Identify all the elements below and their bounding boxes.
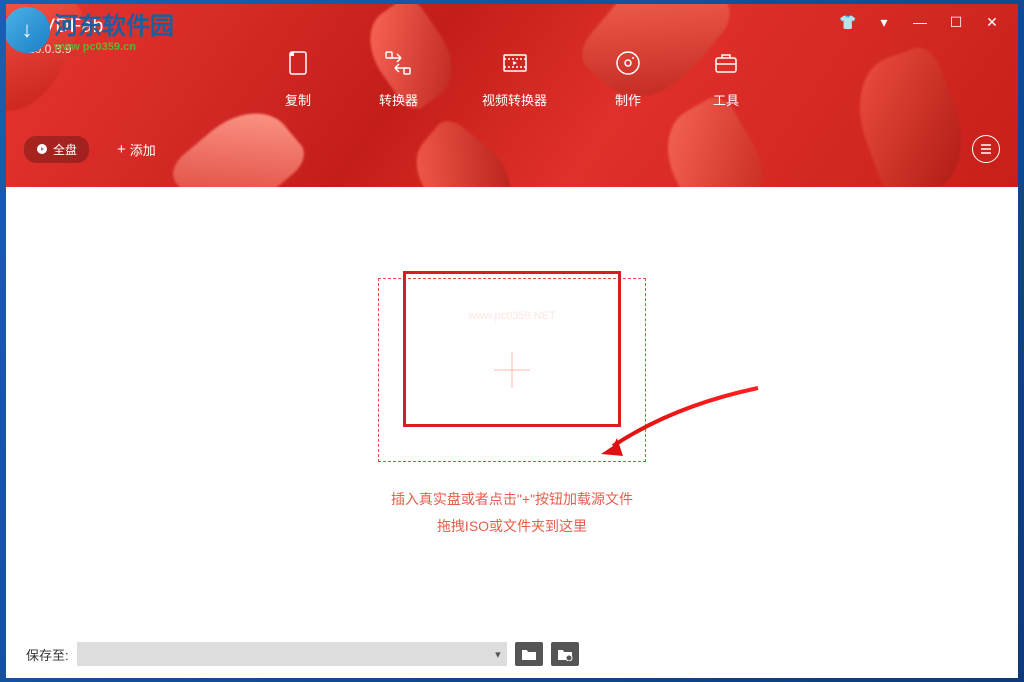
maximize-button[interactable]: ☐ <box>948 14 964 30</box>
list-menu-button[interactable] <box>972 135 1000 163</box>
tools-icon <box>709 46 743 80</box>
full-disc-button[interactable]: 全盘 <box>24 136 89 163</box>
tab-label: 复制 <box>285 90 311 109</box>
instruction-line1: 插入真实盘或者点击"+"按钮加载源文件 <box>391 486 633 513</box>
highlight-box <box>403 271 621 427</box>
add-label: 添加 <box>130 140 156 159</box>
folder-disc-icon <box>557 647 573 661</box>
content-area: www.pc0359.NET 插入真实盘或者点击"+"按钮加载源文件 拖拽ISO… <box>6 187 1018 630</box>
list-icon <box>979 143 993 155</box>
tab-label: 转换器 <box>379 90 418 109</box>
tab-copy[interactable]: 复制 <box>281 46 315 109</box>
watermark-title: 河东软件园 <box>54 6 174 41</box>
instruction-line2: 拖拽ISO或文件夹到这里 <box>391 513 633 540</box>
window-controls: 👕 ▾ — ☐ ✕ <box>840 14 1000 30</box>
iso-target-button[interactable] <box>551 642 579 666</box>
app-window: ↓ 河东软件园 www pc0359.cn DVDFab 10.0.3.9 👕 … <box>6 4 1018 678</box>
copy-icon <box>281 46 315 80</box>
disc-icon <box>36 143 48 155</box>
footer-bar: 保存至: ▾ <box>6 630 1018 678</box>
tab-label: 视频转换器 <box>482 90 547 109</box>
tab-tools[interactable]: 工具 <box>709 46 743 109</box>
save-to-label: 保存至: <box>26 645 69 664</box>
save-path-select[interactable]: ▾ <box>77 642 507 666</box>
add-button[interactable]: + 添加 <box>117 140 156 159</box>
sub-toolbar: 全盘 + 添加 <box>24 135 1000 163</box>
tab-video-converter[interactable]: 视频转换器 <box>482 46 547 109</box>
browse-folder-button[interactable] <box>515 642 543 666</box>
nav-tabs: 复制 转换器 视频转换器 制作 <box>6 46 1018 109</box>
folder-icon <box>521 647 537 661</box>
watermark-url: www pc0359.cn <box>54 41 174 53</box>
tab-converter[interactable]: 转换器 <box>379 46 418 109</box>
site-watermark: ↓ 河东软件园 www pc0359.cn <box>6 6 174 53</box>
app-header: ↓ 河东软件园 www pc0359.cn DVDFab 10.0.3.9 👕 … <box>6 4 1018 187</box>
tab-label: 工具 <box>713 90 739 109</box>
plus-icon: + <box>117 141 126 158</box>
full-disc-label: 全盘 <box>53 141 77 158</box>
converter-icon <box>381 46 415 80</box>
theme-icon[interactable]: 👕 <box>840 14 856 30</box>
plus-icon <box>494 352 530 388</box>
drop-zone[interactable]: www.pc0359.NET <box>378 278 646 462</box>
center-watermark: www.pc0359.NET <box>468 310 555 322</box>
instruction-text: 插入真实盘或者点击"+"按钮加载源文件 拖拽ISO或文件夹到这里 <box>391 486 633 539</box>
chevron-down-icon: ▾ <box>495 648 501 661</box>
tab-label: 制作 <box>615 90 641 109</box>
video-converter-icon <box>498 46 532 80</box>
close-button[interactable]: ✕ <box>984 14 1000 30</box>
minimize-button[interactable]: — <box>912 14 928 30</box>
dropdown-icon[interactable]: ▾ <box>876 14 892 30</box>
watermark-badge-icon: ↓ <box>6 7 50 53</box>
tab-creator[interactable]: 制作 <box>611 46 645 109</box>
creator-icon <box>611 46 645 80</box>
